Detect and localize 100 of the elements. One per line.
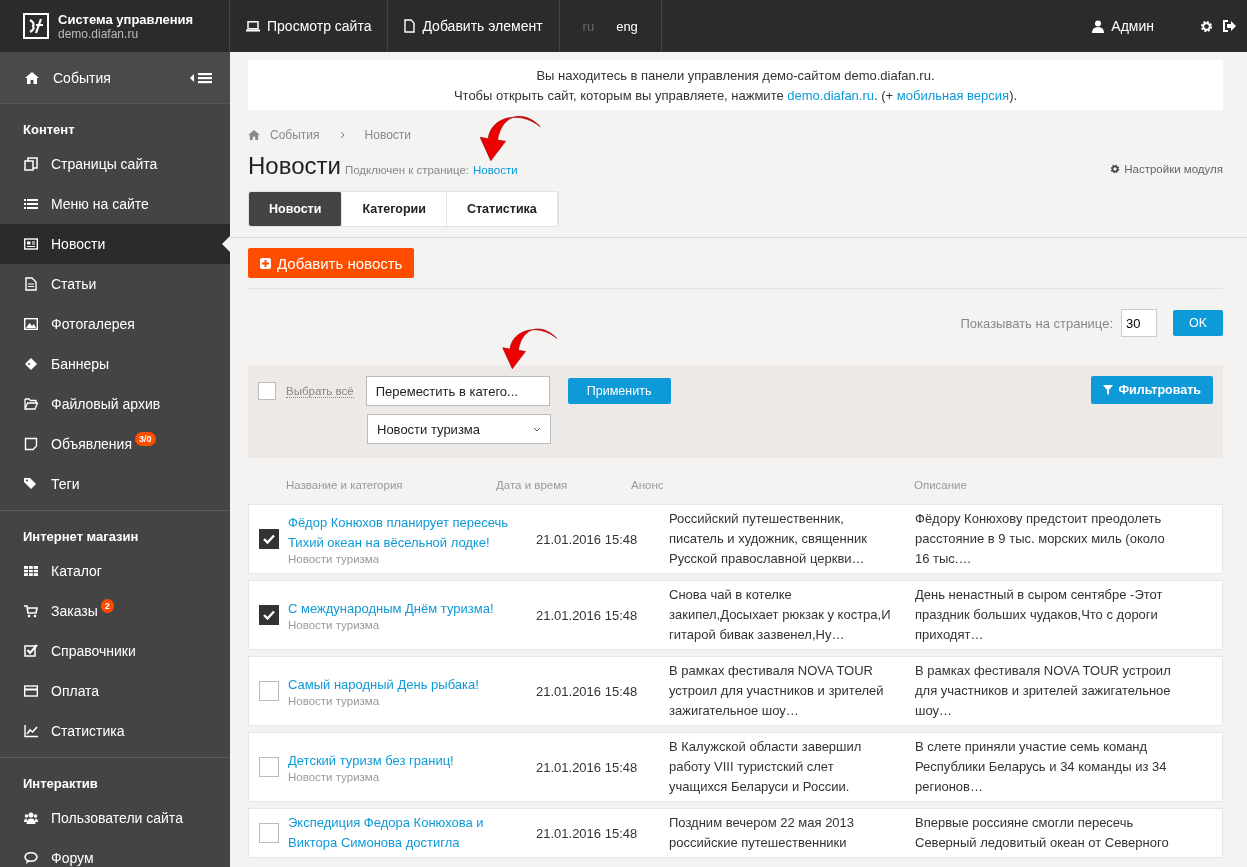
category-label: Новости туризма [288,553,381,565]
laptop-icon [246,20,260,32]
sidebar-item[interactable]: Теги [0,464,230,504]
section-title: Контент [22,122,76,139]
brand-subtitle: demo.diafan.ru [58,26,139,41]
description-cell-text: Впервые россияне смогли пересечь Северный ледовитый океан от Северного [915,814,1170,852]
top-link[interactable]: Добавить элемент [388,0,560,52]
grid-icon [24,564,38,578]
tags-icon [24,477,38,491]
line-chart-icon [24,724,38,738]
sidebar-item[interactable]: Каталог [0,551,230,591]
list-icon [24,197,38,211]
date-cell-text: 21.01.2016 15:48 [536,759,639,775]
ticket-icon [24,357,38,371]
date-cell-text: 21.01.2016 15:48 [536,683,639,699]
annotation-arrow [500,325,560,370]
folder-icon [24,397,38,411]
row-checkbox[interactable] [259,757,279,777]
sidebar-item[interactable]: Баннеры [0,344,230,384]
settings-icon [1110,164,1121,174]
category-label: Новости туризма [288,695,381,707]
section-title: Интернет магазин [22,529,140,546]
chevron-right-icon [339,131,345,139]
category-select[interactable]: Новости туризма [367,414,551,444]
sidebar-item[interactable]: Новости [0,224,230,264]
notice-text: Чтобы открыть сайт, которым вы управляете, нажмите demo.diafan.ru. (+ мобильная версия). [452,88,1019,103]
filter-icon [1103,385,1114,395]
description-cell-text: Фёдору Конюхову предстоит преодолеть расстояние в 9 тыс. морских миль (около 16 тыс.… [915,510,1166,568]
date-cell-text: 21.01.2016 15:48 [536,531,639,547]
date-cell-text: 21.01.2016 15:48 [536,825,639,841]
checkbox-icon [24,644,38,658]
row-checkbox[interactable] [259,823,279,843]
cart-icon [24,604,38,618]
category-label: Новости туризма [288,619,381,631]
user-icon [1092,19,1105,33]
announcement-cell-text: Российский путешественник, писатель и художник, священник Русской православной церкви… [669,510,868,568]
sidebar-item[interactable]: Объявления 3/0 [0,424,230,464]
column-header: Анонс [631,479,665,491]
sidebar-item[interactable]: События [0,52,230,104]
connected-label: Подключен к странице: [344,164,470,176]
column-header: Описание [914,479,968,491]
collapse-menu-icon[interactable] [190,72,214,84]
module-settings-link[interactable]: Настройки модуля [1110,163,1223,175]
description-cell-text: В рамках фестиваля NOVA TOUR устроил для участников и зрителей зажигательное шоу… [915,662,1172,720]
sidebar-item[interactable]: Справочники [0,631,230,671]
home-icon [248,130,260,140]
note-icon [24,437,38,451]
top-link[interactable]: Просмотр сайта [230,0,389,52]
page-title: Новости [248,152,341,180]
description-cell-text: День ненастный в сыром сентябре -Этот праздник больших чудаков,Что с дороги приходят… [915,586,1164,644]
sidebar-item[interactable]: Пользователи сайта [0,798,230,838]
sidebar-item[interactable]: Статистика [0,711,230,751]
speech-bubble-icon [24,851,38,865]
sidebar-item[interactable]: Меню на сайте [0,184,230,224]
newspaper-icon [24,237,38,251]
user-link[interactable]: Админ [1092,18,1154,34]
logo-icon [23,13,49,39]
date-cell-text: 21.01.2016 15:48 [536,607,639,623]
announcement-cell-text: Снова чай в котелке закипел,Досыхает рюкзак у костра,И гитарой бивак зазвенел,Ну… [669,586,892,644]
checkmark-icon [263,534,275,544]
home-icon [25,71,39,84]
sidebar-item[interactable]: Статьи [0,264,230,304]
pages-icon [24,157,38,171]
sidebar-item[interactable]: Файловый архив [0,384,230,424]
per-page-label: Показывать на странице: [960,315,1113,331]
select-all-checkbox[interactable] [258,382,276,400]
row-checkbox[interactable] [259,529,279,549]
plus-icon [260,257,271,269]
row-checkbox[interactable] [259,605,279,625]
users-icon [24,811,38,825]
announcement-cell-text: Поздним вечером 22 мая 2013 российские путешественники [669,814,856,852]
sidebar-item[interactable]: Фотогалерея [0,304,230,344]
settings-icon[interactable] [1200,19,1213,33]
sidebar-item[interactable]: Форум [0,838,230,867]
sidebar-item[interactable]: Страницы сайта [0,144,230,184]
category-label: Новости туризма [288,771,381,783]
image-icon [24,317,38,331]
document-icon [24,277,38,291]
chevron-down-icon [533,426,541,432]
column-header: Название и категория [286,479,404,491]
per-page-field[interactable]: 30 [1121,309,1157,337]
checkmark-icon [263,610,275,620]
description-cell-text: В слете приняли участие семь команд Республики Беларусь и 34 команды из 34 регионов… [915,738,1168,796]
sidebar-item[interactable]: Оплата [0,671,230,711]
column-header: Дата и время [496,479,569,491]
document-icon [404,19,416,33]
row-checkbox[interactable] [259,681,279,701]
notice-text: Вы находитесь в панели управления демо-сайтом demo.diafan.ru. [535,68,936,83]
announcement-cell-text: В рамках фестиваля NOVA TOUR устроил для участников и зрителей зажигательное шоу… [669,662,885,720]
count-badge: 2 [100,599,114,613]
logout-icon[interactable] [1223,20,1237,32]
announcement-cell-text: В Калужской области завершил работу VIII туристский слет учащихся Беларуси и России. [669,738,863,796]
brand-title: Система управления [58,11,194,27]
action-select[interactable]: Переместить в катего... [365,376,550,406]
credit-card-icon [24,684,38,698]
tab[interactable]: Новости [249,192,343,226]
language-link[interactable]: eng [605,18,649,34]
sidebar-item[interactable]: Заказы 2 [0,591,230,631]
count-badge: 3/0 [135,432,156,446]
section-title: Интерактив [22,776,99,793]
